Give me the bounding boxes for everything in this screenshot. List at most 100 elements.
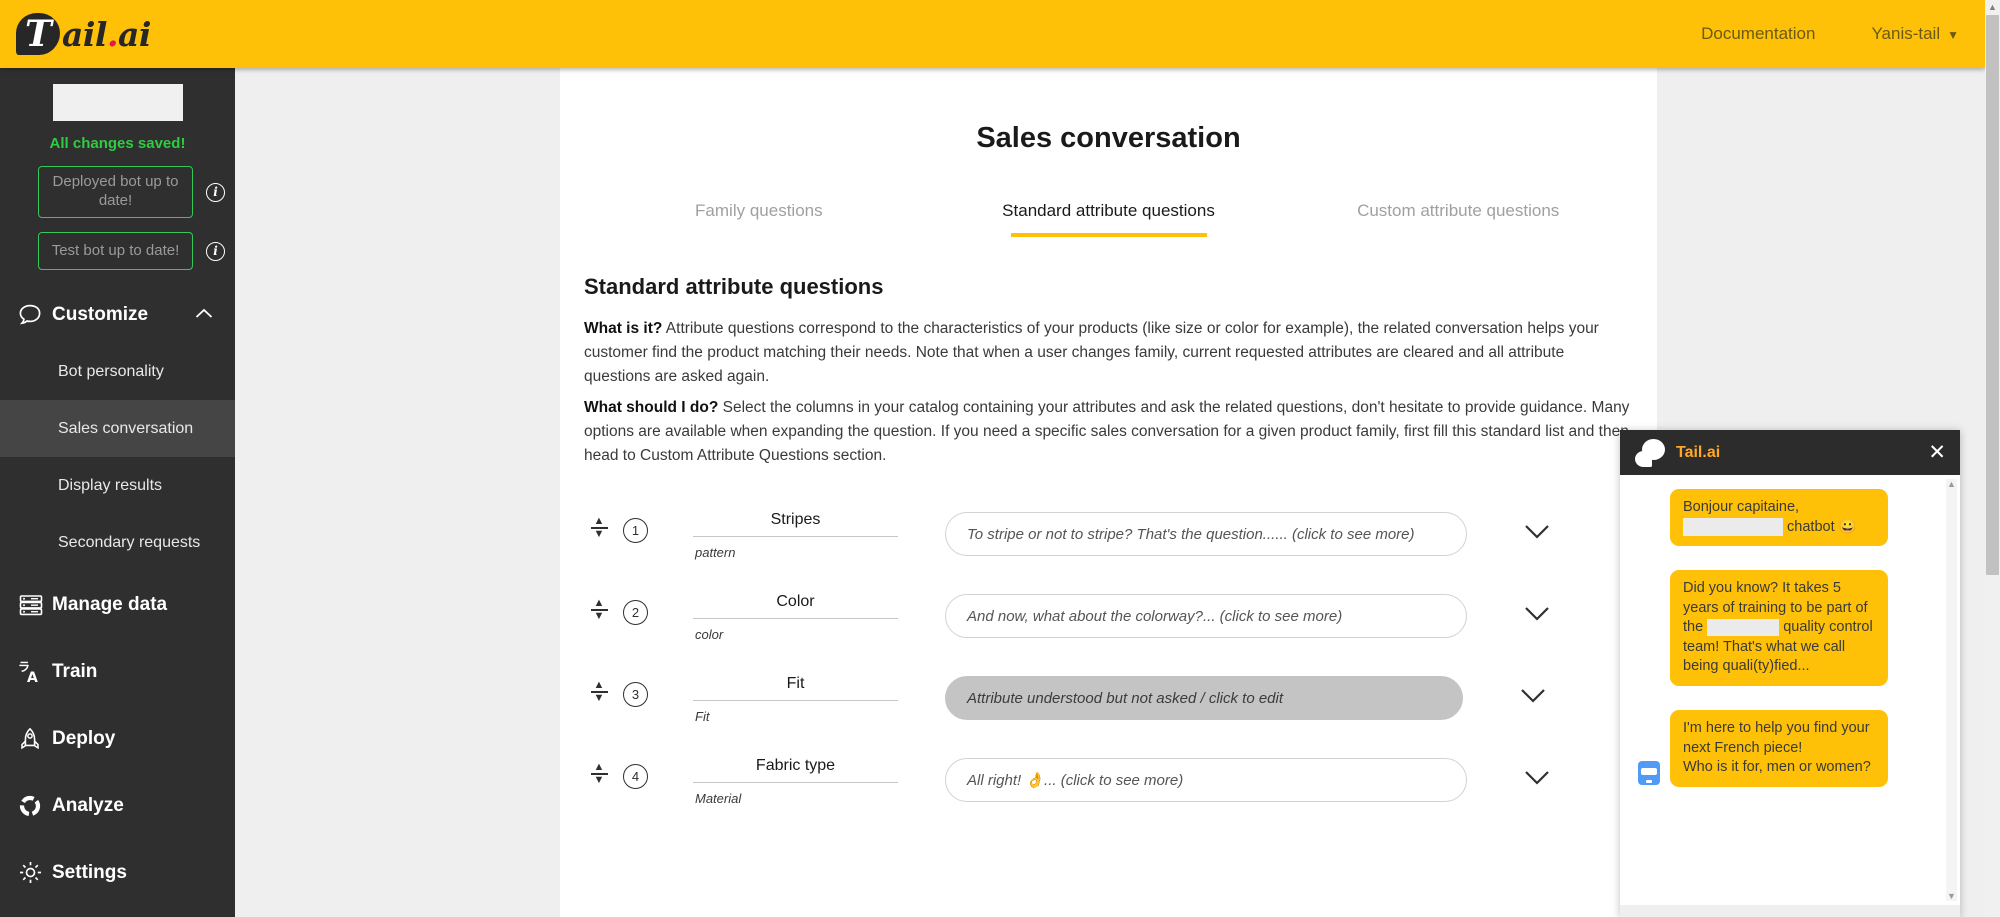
chat-message: Bonjour capitaine, chatbot 😀 xyxy=(1638,489,1942,546)
sidebar-item-label: Sales conversation xyxy=(58,420,193,438)
scroll-up-icon[interactable]: ▲ xyxy=(1946,479,1957,489)
paragraph-text: Select the columns in your catalog conta… xyxy=(584,399,1629,464)
tab-label: Custom attribute questions xyxy=(1357,201,1559,220)
question-input-disabled[interactable]: Attribute understood but not asked / cli… xyxy=(945,676,1463,720)
chevron-down-icon[interactable] xyxy=(1524,764,1550,790)
chat-text-after: Who is it for, men or women? xyxy=(1683,759,1871,775)
question-input[interactable]: And now, what about the colorway?... (cl… xyxy=(945,594,1467,638)
sidebar-item-bot-personality[interactable]: Bot personality xyxy=(0,343,235,400)
deploy-status-row: Deployed bot up to date! i xyxy=(38,166,235,218)
scroll-up-icon[interactable]: ▲ xyxy=(1985,0,2000,15)
chevron-up-icon[interactable] xyxy=(195,306,213,323)
section-title: Standard attribute questions xyxy=(584,274,1633,300)
tail-bubble-icon: T xyxy=(16,11,68,57)
scroll-down-icon[interactable]: ▼ xyxy=(1946,891,1957,901)
row-index-badge: 2 xyxy=(623,600,648,625)
chat-bubble: Bonjour capitaine, chatbot 😀 xyxy=(1670,489,1888,546)
paragraph-what-is-it: What is it? Attribute questions correspo… xyxy=(584,317,1633,390)
tab-family-questions[interactable]: Family questions xyxy=(584,201,934,237)
sidebar-item-display-results[interactable]: Display results xyxy=(0,457,235,514)
attribute-rows: ▲▼ 1 Stripes pattern To stripe or not to… xyxy=(560,508,1657,836)
chat-message: Did you know? It takes 5 years of traini… xyxy=(1638,570,1942,686)
nav-documentation[interactable]: Documentation xyxy=(1701,24,1815,44)
attribute-name-input[interactable]: Color xyxy=(693,590,898,619)
chat-text-before: Bonjour capitaine, xyxy=(1683,499,1799,515)
content-card: Sales conversation Family questions Stan… xyxy=(560,68,1657,917)
sidebar: All changes saved! Deployed bot up to da… xyxy=(0,68,235,917)
speech-bubble-icon xyxy=(18,303,52,327)
paragraph-text: Attribute questions correspond to the ch… xyxy=(584,320,1599,385)
top-header-bar: T ail.ai Documentation Yanis-tail▼ xyxy=(0,0,1985,68)
chat-bubble: I'm here to help you find your next Fren… xyxy=(1670,710,1888,787)
chevron-down-icon[interactable] xyxy=(1520,682,1546,708)
chat-text-after: chatbot 😀 xyxy=(1787,519,1857,535)
redacted-block xyxy=(1707,619,1779,636)
chat-scrollbar[interactable]: ▲ ▼ xyxy=(1946,479,1957,901)
tab-label: Family questions xyxy=(695,201,823,220)
chat-message: I'm here to help you find your next Fren… xyxy=(1638,710,1942,787)
section-intro: Standard attribute questions What is it?… xyxy=(560,274,1657,468)
gear-icon xyxy=(18,860,52,885)
drag-handle-icon[interactable]: ▲▼ xyxy=(584,600,614,620)
sidebar-item-settings[interactable]: Settings xyxy=(0,839,235,906)
sidebar-group-customize[interactable]: Customize xyxy=(0,286,235,343)
drag-handle-icon[interactable]: ▲▼ xyxy=(584,682,614,702)
nav-account-menu[interactable]: Yanis-tail▼ xyxy=(1871,24,1959,44)
attribute-name-input[interactable]: Fit xyxy=(693,672,898,701)
sidebar-group-label: Customize xyxy=(52,304,148,326)
sidebar-item-analyze[interactable]: Analyze xyxy=(0,772,235,839)
sidebar-item-deploy[interactable]: Deploy xyxy=(0,705,235,772)
row-index-badge: 3 xyxy=(623,682,648,707)
save-status-text: All changes saved! xyxy=(0,135,235,152)
drag-handle-icon[interactable]: ▲▼ xyxy=(584,764,614,784)
attribute-name-block: Fabric type Material xyxy=(693,754,898,806)
bot-name-input[interactable] xyxy=(53,84,183,121)
sidebar-item-label: Analyze xyxy=(52,795,124,817)
sidebar-item-label: Secondary requests xyxy=(58,534,200,552)
brand-logo[interactable]: T ail.ai xyxy=(16,0,151,68)
scrollbar-thumb[interactable] xyxy=(1986,15,1999,575)
chat-title: Tail.ai xyxy=(1676,444,1720,462)
deployed-bot-status[interactable]: Deployed bot up to date! xyxy=(38,166,193,218)
chevron-down-icon[interactable] xyxy=(1524,518,1550,544)
chat-text-before: I'm here to help you find your next Fren… xyxy=(1683,720,1870,756)
bot-avatar-icon xyxy=(1638,761,1662,787)
attribute-row: ▲▼ 2 Color color And now, what about the… xyxy=(584,590,1633,672)
attribute-column-label: Fit xyxy=(693,709,898,724)
brand-letter: T xyxy=(25,14,52,54)
test-bot-status[interactable]: Test bot up to date! xyxy=(38,232,193,270)
info-icon[interactable]: i xyxy=(206,242,225,261)
chevron-down-icon[interactable] xyxy=(1524,600,1550,626)
attribute-column-label: color xyxy=(693,627,898,642)
close-icon[interactable]: ✕ xyxy=(1928,442,1946,463)
attribute-name-input[interactable]: Fabric type xyxy=(693,754,898,783)
attribute-row: ▲▼ 1 Stripes pattern To stripe or not to… xyxy=(584,508,1633,590)
chat-bubble: Did you know? It takes 5 years of traini… xyxy=(1670,570,1888,686)
tab-custom-attribute-questions[interactable]: Custom attribute questions xyxy=(1283,201,1633,237)
sidebar-item-label: Train xyxy=(52,661,97,683)
sidebar-item-train[interactable]: ラA Train xyxy=(0,638,235,705)
redacted-block xyxy=(1683,518,1783,536)
drag-handle-icon[interactable]: ▲▼ xyxy=(584,518,614,538)
sidebar-item-label: Manage data xyxy=(52,594,167,616)
paragraph-what-should-i-do: What should I do? Select the columns in … xyxy=(584,396,1633,469)
paragraph-label: What is it? xyxy=(584,320,662,337)
server-icon xyxy=(18,593,52,617)
attribute-name-input[interactable]: Stripes xyxy=(693,508,898,537)
chat-message-list[interactable]: Bonjour capitaine, chatbot 😀 Did you kno… xyxy=(1620,475,1960,905)
sidebar-item-secondary-requests[interactable]: Secondary requests xyxy=(0,514,235,571)
question-input[interactable]: All right! 👌... (click to see more) xyxy=(945,758,1467,802)
attribute-row: ▲▼ 3 Fit Fit Attribute understood but no… xyxy=(584,672,1633,754)
page-scrollbar[interactable]: ▲ xyxy=(1985,0,2000,917)
info-icon[interactable]: i xyxy=(206,183,225,202)
sidebar-item-sales-conversation[interactable]: Sales conversation xyxy=(0,400,235,457)
nav-documentation-label: Documentation xyxy=(1701,24,1815,43)
test-status-row: Test bot up to date! i xyxy=(38,232,235,270)
sidebar-item-label: Display results xyxy=(58,477,162,495)
chat-bubble-icon xyxy=(1634,438,1665,468)
sidebar-item-manage-data[interactable]: Manage data xyxy=(0,571,235,638)
attribute-name-block: Color color xyxy=(693,590,898,642)
chat-header: Tail.ai ✕ xyxy=(1620,430,1960,475)
question-input[interactable]: To stripe or not to stripe? That's the q… xyxy=(945,512,1467,556)
tab-standard-attribute-questions[interactable]: Standard attribute questions xyxy=(934,201,1284,237)
